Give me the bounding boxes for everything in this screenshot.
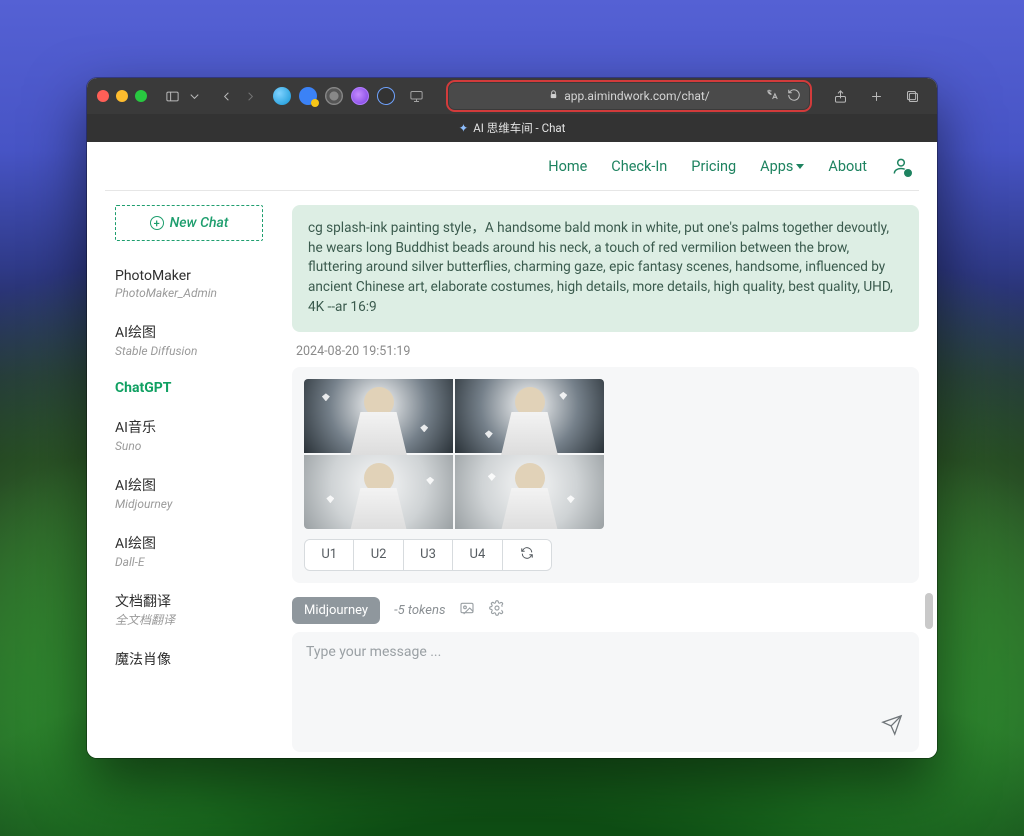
share-icon[interactable]: [829, 85, 851, 107]
sidebar-item-sub: Dall-E: [115, 555, 235, 570]
site-favicon: ✦: [459, 121, 469, 135]
prompt-text: cg splash-ink painting style，A handsome …: [308, 220, 893, 315]
close-window-icon[interactable]: [97, 90, 109, 102]
sidebar-item-title: AI绘图: [115, 475, 273, 495]
reload-icon[interactable]: [787, 88, 801, 105]
forward-icon[interactable]: [239, 85, 261, 107]
nav-checkin[interactable]: Check-In: [611, 158, 667, 175]
assistant-response: U1 U2 U3 U4: [292, 367, 919, 583]
sidebar-item-sub: Suno: [115, 439, 235, 454]
new-chat-label: New Chat: [170, 215, 229, 231]
chevron-down-icon[interactable]: [183, 85, 205, 107]
top-nav: Home Check-In Pricing Apps About: [87, 142, 937, 190]
sidebar: + New Chat PhotoMaker PhotoMaker_Admin AI绘…: [87, 191, 274, 758]
chat-panel: cg splash-ink painting style，A handsome …: [274, 191, 937, 758]
browser-extensions: [273, 87, 395, 105]
extension-icon[interactable]: [351, 87, 369, 105]
sidebar-item-sub: PhotoMaker_Admin: [115, 286, 235, 301]
sidebar-item-sub: Midjourney: [115, 497, 235, 512]
lock-icon: [548, 89, 559, 103]
browser-chrome: app.aimindwork.com/chat/ ✦ AI 思维车间 - Cha…: [87, 78, 937, 142]
u1-button[interactable]: U1: [305, 540, 354, 570]
message-input-wrap: [292, 632, 919, 752]
browser-window: app.aimindwork.com/chat/ ✦ AI 思维车间 - Cha…: [87, 78, 937, 758]
sidebar-item[interactable]: ChatGPT: [115, 371, 273, 408]
url-text: app.aimindwork.com/chat/: [564, 89, 710, 103]
scrollbar-thumb[interactable]: [925, 593, 933, 629]
result-image-3[interactable]: [304, 455, 453, 529]
minimize-window-icon[interactable]: [116, 90, 128, 102]
tab-title: AI 思维车间 - Chat: [473, 120, 565, 136]
sidebar-item[interactable]: AI音乐 Suno: [115, 408, 273, 466]
sidebar-item[interactable]: 魔法肖像: [115, 640, 273, 681]
back-icon[interactable]: [215, 85, 237, 107]
user-prompt: cg splash-ink painting style，A handsome …: [292, 205, 919, 332]
result-image-4[interactable]: [455, 455, 604, 529]
new-chat-button[interactable]: + New Chat: [115, 205, 263, 241]
result-image-1[interactable]: [304, 379, 453, 453]
timestamp: 2024-08-20 19:51:19: [296, 344, 919, 359]
sidebar-item-title: 魔法肖像: [115, 649, 273, 669]
u4-button[interactable]: U4: [453, 540, 502, 570]
u2-button[interactable]: U2: [354, 540, 403, 570]
nav-pricing[interactable]: Pricing: [691, 158, 736, 175]
sidebar-item[interactable]: PhotoMaker PhotoMaker_Admin: [115, 259, 273, 313]
model-chip[interactable]: Midjourney: [292, 597, 380, 624]
maximize-window-icon[interactable]: [135, 90, 147, 102]
app-content: Home Check-In Pricing Apps About + New C…: [87, 142, 937, 758]
chevron-down-icon: [796, 164, 804, 169]
window-controls[interactable]: [97, 90, 147, 102]
nav-home[interactable]: Home: [548, 158, 587, 175]
sidebar-item[interactable]: 文档翻译全文档翻译: [115, 582, 273, 640]
sidebar-item-title: AI绘图: [115, 533, 273, 553]
sidebar-item-title: AI音乐: [115, 417, 273, 437]
extension-icon[interactable]: [325, 87, 343, 105]
extension-icon[interactable]: [299, 87, 317, 105]
result-image-2[interactable]: [455, 379, 604, 453]
translate-icon[interactable]: [765, 88, 779, 105]
tab-overview-icon[interactable]: [901, 85, 923, 107]
message-input[interactable]: [306, 644, 905, 740]
sidebar-item-title: AI绘图: [115, 322, 273, 342]
send-icon[interactable]: [881, 714, 903, 740]
extension-icon[interactable]: [273, 87, 291, 105]
image-grid[interactable]: [304, 379, 604, 529]
token-cost: -5 tokens: [394, 603, 445, 618]
extension-icon[interactable]: [377, 87, 395, 105]
upscale-buttons: U1 U2 U3 U4: [304, 539, 552, 571]
nav-about[interactable]: About: [828, 158, 867, 175]
user-account-icon[interactable]: [891, 156, 911, 176]
regenerate-button[interactable]: [503, 540, 551, 570]
settings-icon[interactable]: [489, 600, 505, 620]
tab-bar[interactable]: ✦ AI 思维车间 - Chat: [87, 114, 937, 142]
sidebar-item[interactable]: AI绘图 Midjourney: [115, 466, 273, 524]
sidebar-item-title: PhotoMaker: [115, 268, 273, 284]
sidebar-item-title: 文档翻译: [115, 591, 273, 611]
u3-button[interactable]: U3: [404, 540, 453, 570]
new-tab-icon[interactable]: [865, 85, 887, 107]
composer: Midjourney -5 tokens: [292, 597, 919, 752]
address-bar[interactable]: app.aimindwork.com/chat/: [449, 83, 809, 109]
image-attach-icon[interactable]: [459, 600, 475, 620]
sidebar-item-sub: Stable Diffusion: [115, 344, 235, 359]
sidebar-item-title: ChatGPT: [115, 380, 273, 396]
site-settings-icon[interactable]: [405, 85, 427, 107]
sidebar-item[interactable]: AI绘图 Stable Diffusion: [115, 313, 273, 371]
sidebar-item-sub: 全文档翻译: [115, 613, 235, 628]
sidebar-toggle-icon[interactable]: [161, 85, 183, 107]
nav-apps[interactable]: Apps: [760, 158, 804, 175]
sidebar-item[interactable]: AI绘图 Dall-E: [115, 524, 273, 582]
plus-icon: +: [150, 216, 164, 230]
